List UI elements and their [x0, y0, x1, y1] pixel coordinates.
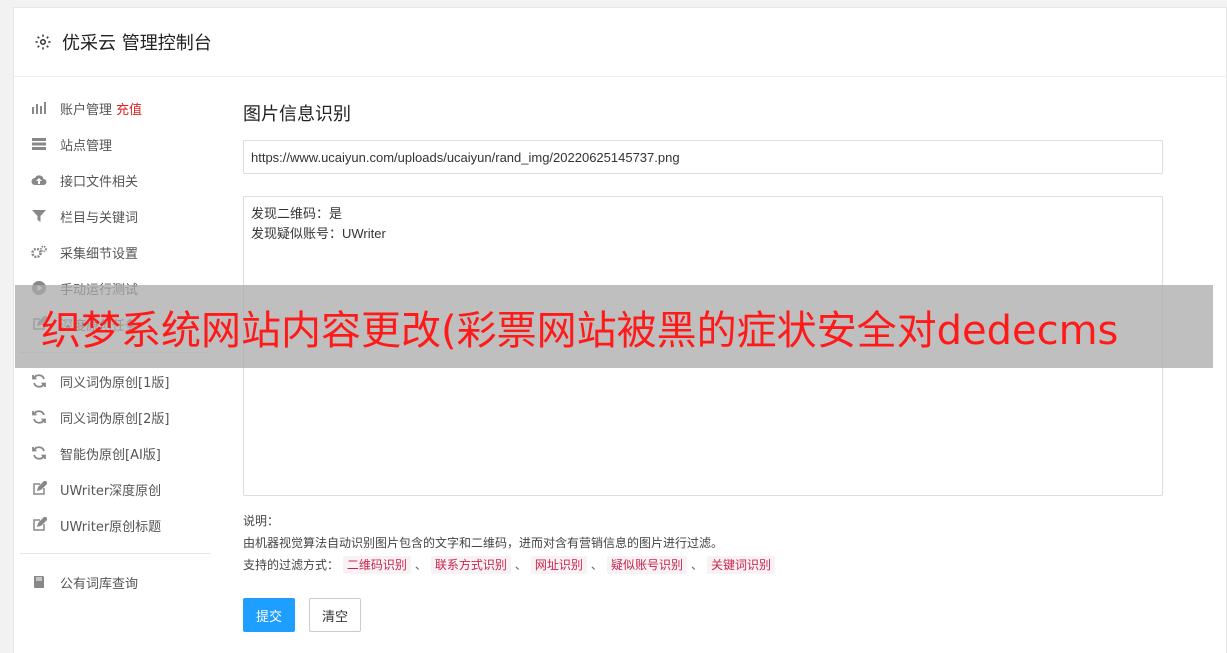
sidebar-item[interactable]: 同义词伪原创[1版] — [20, 363, 210, 399]
sidebar-item[interactable]: 接口文件相关 — [20, 162, 210, 198]
sidebar-item[interactable]: UWriter原创标题 — [20, 507, 210, 543]
refresh-icon — [30, 373, 48, 389]
sidebar-item-label: 账户管理 — [60, 102, 113, 118]
filter-label: 支持的过滤方式： — [243, 558, 340, 572]
sidebar-item-label: 公有词库查询 — [60, 576, 139, 592]
sidebar-item-label: 栏目与关键词 — [60, 210, 139, 226]
sidebar-item-label: UWriter原创标题 — [60, 519, 162, 535]
filter-tag: 疑似账号识别 — [606, 556, 687, 574]
edit-icon — [30, 481, 48, 497]
filter-tag: 二维码识别 — [342, 556, 411, 574]
book-icon — [30, 574, 48, 590]
sidebar-item-label: 智能伪原创[AI版] — [60, 447, 161, 463]
submit-button[interactable]: 提交 — [243, 598, 296, 632]
button-row: 提交 清空 — [243, 598, 1163, 632]
image-url-input[interactable] — [243, 140, 1163, 174]
overlay-banner: 织梦系统网站内容更改(彩票网站被黑的症状安全对dedecms — [15, 285, 1213, 368]
sidebar-item[interactable]: 站点管理 — [20, 126, 210, 162]
header: 优采云 管理控制台 — [14, 8, 1226, 77]
result-line: 发现疑似账号：UWriter — [251, 226, 386, 241]
clear-button[interactable]: 清空 — [309, 598, 362, 632]
sidebar-item[interactable]: 账户管理 充值 — [20, 90, 210, 126]
result-line: 发现二维码：是 — [251, 206, 343, 221]
app-title: 优采云 管理控制台 — [62, 33, 212, 54]
gear-icon — [35, 34, 51, 50]
sidebar-item-label: 接口文件相关 — [60, 174, 139, 190]
sidebar-item-label: 站点管理 — [60, 138, 113, 154]
filter-tag: 联系方式识别 — [430, 556, 511, 574]
filter-list: 支持的过滤方式： 二维码识别、联系方式识别、网址识别、疑似账号识别、关键词识别 — [243, 554, 1163, 576]
bar-chart-icon — [30, 100, 48, 116]
page-title: 图片信息识别 — [243, 104, 351, 125]
sidebar-item[interactable]: 栏目与关键词 — [20, 198, 210, 234]
sidebar-divider — [20, 553, 210, 554]
filter-separator: 、 — [690, 558, 703, 572]
sidebar-item-label: 采集细节设置 — [60, 246, 139, 262]
edit-icon — [30, 517, 48, 533]
cogs-icon — [30, 244, 48, 260]
sidebar-item[interactable]: 智能伪原创[AI版] — [20, 435, 210, 471]
sidebar-item-label: UWriter深度原创 — [60, 483, 162, 499]
recharge-link[interactable]: 充值 — [116, 99, 142, 118]
desc-text: 由机器视觉算法自动识别图片包含的文字和二维码，进而对含有营销信息的图片进行过滤。 — [243, 536, 724, 550]
filter-tag: 关键词识别 — [706, 556, 775, 574]
sidebar-item-label: 同义词伪原创[2版] — [60, 411, 170, 427]
refresh-icon — [30, 409, 48, 425]
server-icon — [30, 136, 48, 152]
filter-separator: 、 — [514, 558, 527, 572]
refresh-icon — [30, 445, 48, 461]
filter-icon — [30, 208, 48, 224]
sidebar-item[interactable]: 采集细节设置 — [20, 234, 210, 270]
filter-tag: 网址识别 — [530, 556, 587, 574]
filter-separator: 、 — [414, 558, 427, 572]
sidebar-item-label: 同义词伪原创[1版] — [60, 375, 170, 391]
filter-separator: 、 — [590, 558, 603, 572]
cloud-upload-icon — [30, 172, 48, 188]
banner-text: 织梦系统网站内容更改(彩票网站被黑的症状安全对dedecms — [41, 307, 1119, 354]
desc-label: 说明： — [243, 514, 280, 528]
sidebar-item[interactable]: UWriter深度原创 — [20, 471, 210, 507]
sidebar-item[interactable]: 公有词库查询 — [20, 564, 210, 600]
sidebar-item[interactable]: 同义词伪原创[2版] — [20, 399, 210, 435]
description: 说明： 由机器视觉算法自动识别图片包含的文字和二维码，进而对含有营销信息的图片进… — [243, 510, 1163, 576]
